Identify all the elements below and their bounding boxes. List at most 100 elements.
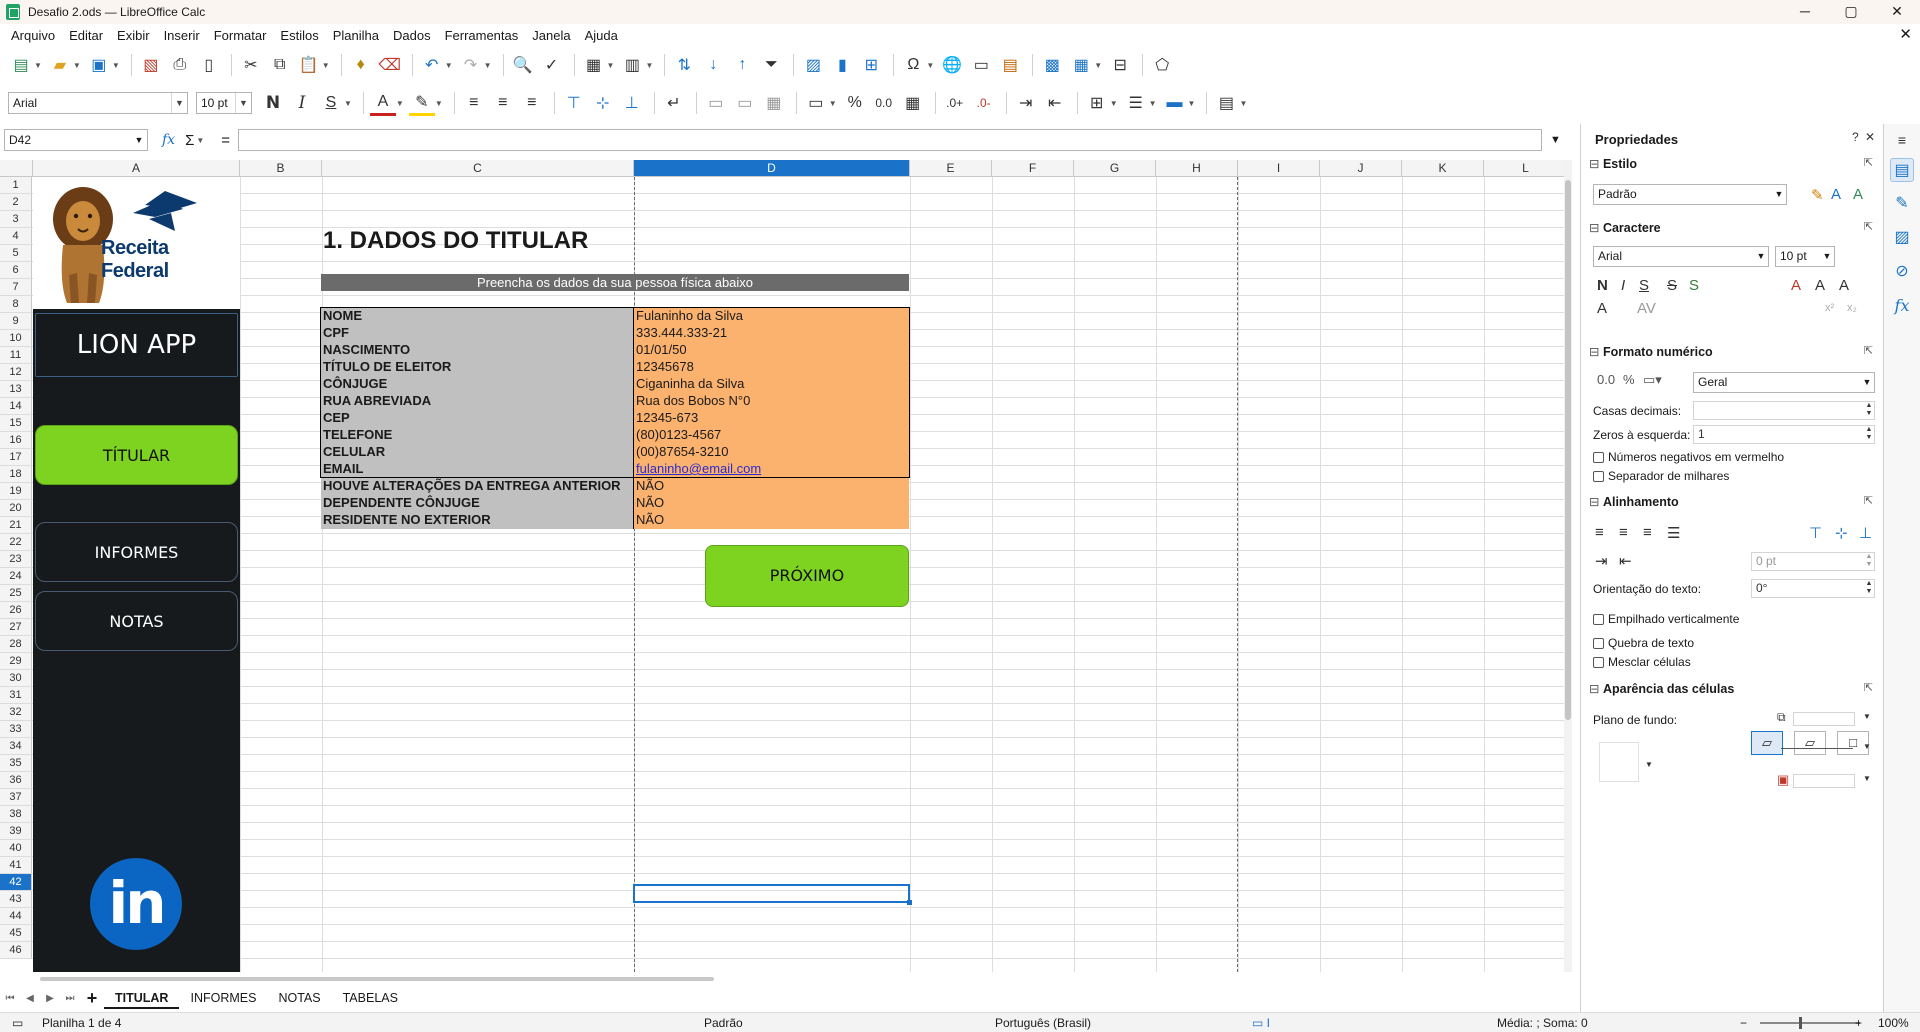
notas-nav-button[interactable]: NOTAS xyxy=(35,591,238,651)
column-header-j[interactable]: J xyxy=(1320,160,1402,177)
delete-decimal-icon[interactable]: .0- xyxy=(971,90,997,116)
chevron-down-icon[interactable]: ▼ xyxy=(1863,742,1871,751)
name-box[interactable]: D42 ▼ xyxy=(4,129,148,151)
row-header[interactable]: 20 xyxy=(0,500,32,517)
borders-icon[interactable]: ⊞ xyxy=(1084,90,1110,116)
section-estilo[interactable]: Estilo xyxy=(1589,156,1637,171)
row-header[interactable]: 27 xyxy=(0,619,32,636)
border-style-dropdown-icon[interactable]: ▼ xyxy=(1149,99,1157,108)
leading-zeros-spinner[interactable]: 1 ▲ ▼ xyxy=(1693,425,1875,444)
language[interactable]: Português (Brasil) xyxy=(995,1016,1091,1030)
zoom-in-icon[interactable]: + xyxy=(1855,1016,1862,1030)
character-spacing-icon[interactable]: AV xyxy=(1637,300,1656,317)
styles-tab-icon[interactable]: ✎ xyxy=(1890,192,1914,216)
row-header[interactable]: 14 xyxy=(0,398,32,415)
sidebar-align-bottom-icon[interactable]: ⊥ xyxy=(1859,524,1872,542)
row-header[interactable]: 10 xyxy=(0,330,32,347)
section-formato-numerico[interactable]: Formato numérico xyxy=(1589,344,1713,359)
sidebar-align-left-icon[interactable]: ≡ xyxy=(1595,524,1604,541)
redo-dropdown-icon[interactable]: ▼ xyxy=(484,61,492,70)
menu-dados[interactable]: Dados xyxy=(386,28,438,43)
currency-format-icon[interactable]: ▭ xyxy=(803,90,829,116)
sort-descending-icon[interactable]: ↑ xyxy=(729,52,755,78)
percent-icon[interactable]: % xyxy=(1623,372,1635,387)
font-name-combo[interactable]: Arial ▼ xyxy=(8,92,188,114)
sidebar-justify-icon[interactable]: ☰ xyxy=(1667,524,1680,542)
undo-dropdown-icon[interactable]: ▼ xyxy=(445,61,453,70)
font-color-dropdown-icon[interactable]: ▼ xyxy=(396,99,404,108)
comment-icon[interactable]: ▭ xyxy=(968,52,994,78)
zoom-slider[interactable] xyxy=(1760,1022,1860,1024)
copy-icon[interactable]: ⧉ xyxy=(267,52,293,78)
background-color-swatch[interactable] xyxy=(1793,712,1855,726)
select-all-corner[interactable] xyxy=(0,160,33,177)
conditional-format-icon[interactable]: ▤ xyxy=(1213,90,1239,116)
column-header-h[interactable]: H xyxy=(1156,160,1238,177)
gallery-tab-icon[interactable]: ▨ xyxy=(1890,226,1914,250)
conditional-dropdown-icon[interactable]: ▼ xyxy=(1239,99,1247,108)
row-header[interactable]: 23 xyxy=(0,551,32,568)
update-style-icon[interactable]: A xyxy=(1853,186,1863,203)
border-style-icon[interactable]: ☰ xyxy=(1123,90,1149,116)
close-window-button[interactable]: ✕ xyxy=(1874,0,1920,24)
spelling-icon[interactable]: ✓ xyxy=(539,52,565,78)
row-header[interactable]: 1 xyxy=(0,177,32,194)
row-header[interactable]: 25 xyxy=(0,585,32,602)
borders-dropdown-icon[interactable]: ▼ xyxy=(1110,99,1118,108)
border-color-icon[interactable]: ▬ xyxy=(1162,90,1188,116)
chevron-down-icon[interactable]: ▼ xyxy=(171,93,187,113)
chevron-down-icon[interactable]: ▼ xyxy=(1645,760,1653,769)
sheet-tab-informes[interactable]: INFORMES xyxy=(179,987,267,1009)
new-document-icon[interactable]: ▤ xyxy=(8,52,34,78)
decrease-font-size-icon[interactable]: A xyxy=(1839,277,1849,294)
selection-summary[interactable]: Média: ; Soma: 0 xyxy=(1497,1016,1588,1030)
increase-font-size-icon[interactable]: A xyxy=(1815,277,1825,294)
last-sheet-icon[interactable]: ⏭ xyxy=(60,993,80,1004)
menu-inserir[interactable]: Inserir xyxy=(157,28,207,43)
formula-input[interactable] xyxy=(238,129,1543,151)
more-options-icon[interactable]: ⇱ xyxy=(1864,156,1873,169)
align-right-icon[interactable]: ≡ xyxy=(519,90,545,116)
spinner-arrows-icon[interactable]: ▲ ▼ xyxy=(1864,402,1874,419)
align-bottom-icon[interactable]: ⊥ xyxy=(619,90,645,116)
column-header-g[interactable]: G xyxy=(1074,160,1156,177)
merge-cells-icon[interactable]: ▭ xyxy=(732,90,758,116)
row-header[interactable]: 28 xyxy=(0,636,32,653)
sheet-tab-tabelas[interactable]: TABELAS xyxy=(332,987,409,1009)
clear-formatting-icon[interactable]: ⌫ xyxy=(377,52,403,78)
vertical-scrollbar[interactable] xyxy=(1564,160,1572,972)
menu-janela[interactable]: Janela xyxy=(525,28,577,43)
functions-tab-icon[interactable]: fx xyxy=(1890,294,1914,318)
new-style-icon[interactable]: A xyxy=(1831,186,1841,203)
row-header[interactable]: 31 xyxy=(0,687,32,704)
expand-formula-bar-icon[interactable]: ▼ xyxy=(1550,134,1561,146)
currency-dropdown-icon[interactable]: ▼ xyxy=(829,99,837,108)
navigator-tab-icon[interactable]: ⊘ xyxy=(1890,260,1914,284)
header-footer-icon[interactable]: ▤ xyxy=(997,52,1023,78)
column-header-a[interactable]: A xyxy=(33,160,240,177)
titular-nav-button[interactable]: TÍTULAR xyxy=(35,425,238,485)
row-header[interactable]: 6 xyxy=(0,262,32,279)
find-replace-icon[interactable]: 🔍 xyxy=(510,52,536,78)
checkbox-icon[interactable] xyxy=(1593,656,1604,668)
field-value-cell[interactable]: NÃO xyxy=(634,495,909,512)
menu-arquivo[interactable]: Arquivo xyxy=(4,28,62,43)
save-icon[interactable]: ▣ xyxy=(86,52,112,78)
chevron-down-icon[interactable]: ▼ xyxy=(1820,247,1834,266)
autofilter-icon[interactable]: ⏷ xyxy=(758,52,784,78)
row-header[interactable]: 24 xyxy=(0,568,32,585)
sidebar-strikethrough-icon[interactable]: S xyxy=(1667,277,1677,294)
spinner-arrows-icon[interactable]: ▲ ▼ xyxy=(1864,553,1874,570)
column-dropdown-icon[interactable]: ▼ xyxy=(645,61,653,70)
superscript-icon[interactable]: x² xyxy=(1825,302,1834,314)
next-sheet-icon[interactable]: ▶ xyxy=(40,993,60,1004)
section-aparencia-celulas[interactable]: Aparência das células xyxy=(1589,681,1734,696)
row-header[interactable]: 11 xyxy=(0,347,32,364)
open-folder-icon[interactable]: ▰ xyxy=(47,52,73,78)
more-options-icon[interactable]: ⇱ xyxy=(1864,494,1873,507)
scrollbar-thumb[interactable] xyxy=(1565,180,1571,720)
sidebar-align-center-icon[interactable]: ≡ xyxy=(1619,524,1628,541)
row-header[interactable]: 9 xyxy=(0,313,32,330)
chevron-down-icon[interactable]: ▼ xyxy=(1860,373,1874,392)
chevron-down-icon[interactable]: ▼ xyxy=(1754,247,1768,266)
